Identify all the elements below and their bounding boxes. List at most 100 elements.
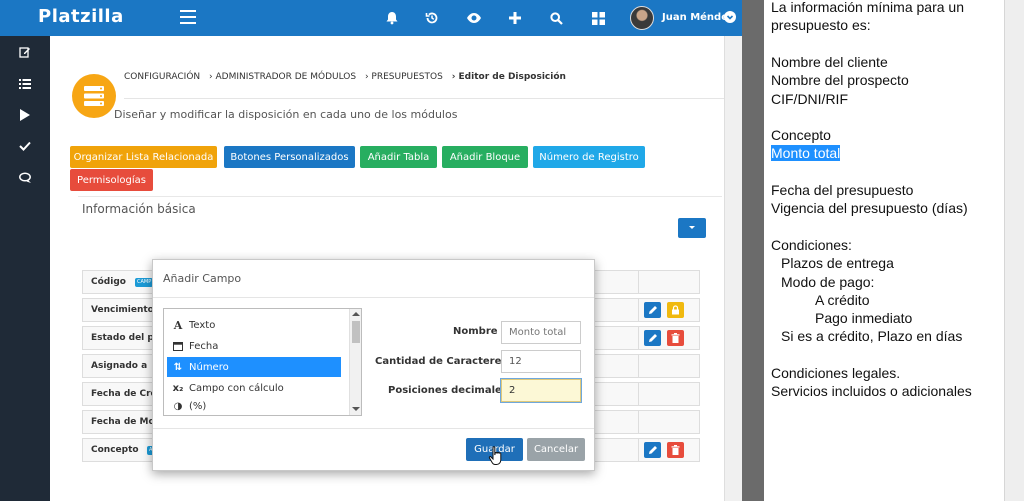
edit-field-button[interactable] — [644, 330, 661, 346]
organize-related-list-button[interactable]: Organizar Lista Relacionada — [70, 146, 217, 168]
column-divider — [638, 271, 639, 293]
check-icon[interactable] — [17, 138, 33, 154]
breadcrumb-presupuestos[interactable]: › PRESUPUESTOS — [365, 72, 443, 82]
permissions-button[interactable]: Permisologías — [70, 169, 153, 191]
avatar[interactable] — [630, 6, 654, 30]
percent-circle-icon: ◑ — [173, 401, 183, 412]
document-line: Pago inmediato — [815, 309, 912, 327]
app-logo[interactable]: Platzilla — [38, 6, 124, 27]
document-scrollbar[interactable] — [1004, 0, 1024, 501]
chat-icon[interactable] — [17, 170, 33, 186]
document-line: Modo de pago: — [781, 273, 874, 291]
field-type-fecha[interactable]: Fecha — [167, 336, 341, 356]
divider — [153, 297, 594, 298]
decimals-input[interactable]: 2 — [501, 379, 581, 402]
add-table-button[interactable]: Añadir Tabla — [360, 146, 437, 168]
document-line: A crédito — [815, 291, 869, 309]
field-type-numero[interactable]: ⇅ Número — [167, 357, 341, 377]
trash-icon — [671, 445, 680, 455]
section-dropdown-button[interactable] — [678, 218, 706, 238]
delete-field-button[interactable] — [667, 442, 684, 458]
record-number-button[interactable]: Número de Registro — [533, 146, 645, 168]
pencil-icon — [648, 334, 657, 342]
pencil-icon — [648, 446, 657, 454]
history-icon[interactable] — [422, 8, 442, 28]
cancel-button[interactable]: Cancelar — [527, 438, 585, 461]
window-gap — [742, 0, 764, 501]
document-line-text: Nombre del cliente — [771, 53, 888, 70]
chevron-down-icon[interactable] — [724, 11, 736, 23]
document-line: Servicios incluidos o adicionales — [771, 382, 972, 400]
document-line: Vigencia del presupuesto (días) — [771, 199, 968, 217]
breadcrumb: CONFIGURACIÓN › ADMINISTRADOR DE MÓDULOS… — [124, 72, 572, 82]
number-sort-icon: ⇅ — [173, 361, 183, 373]
play-icon[interactable] — [17, 107, 33, 123]
pencil-icon — [648, 306, 657, 314]
trash-icon — [671, 333, 680, 343]
custom-buttons-button[interactable]: Botones Personalizados — [224, 146, 355, 168]
column-divider — [638, 411, 639, 433]
field-type-list[interactable]: A Texto Fecha ⇅ Número x₂ Campo con cálc… — [163, 308, 362, 416]
field-type-texto[interactable]: A Texto — [167, 315, 341, 335]
document-line: presupuesto es: — [771, 16, 871, 34]
list-scrollbar[interactable] — [349, 309, 361, 415]
chars-input[interactable]: 12 — [501, 350, 581, 373]
subscript-icon: x₂ — [172, 382, 184, 394]
field-label: Fecha de Mod — [91, 417, 162, 427]
decimals-label: Posiciones decimales — [388, 385, 508, 396]
document-line-text: Condiciones legales. — [771, 365, 901, 381]
add-field-dialog: Añadir Campo A Texto Fecha ⇅ Número x₂ C… — [152, 259, 595, 471]
document-line: Condiciones legales. — [771, 364, 900, 382]
page-scrollbar[interactable] — [724, 36, 742, 501]
document-line-text: La información mínima para un — [771, 0, 964, 15]
app-window: Platzilla Juan Méndez CONFIGURACIÓN › AD… — [0, 0, 742, 501]
document-line-text: Servicios incluidos o adicionales — [771, 383, 972, 400]
lock-field-button[interactable] — [667, 302, 684, 318]
calendar-icon — [171, 341, 185, 351]
document-line: Nombre del prospecto — [771, 71, 909, 89]
bell-icon[interactable] — [382, 8, 402, 28]
breadcrumb-current: › Editor de Disposición — [451, 72, 566, 82]
edit-icon[interactable] — [17, 44, 33, 60]
plus-icon[interactable] — [505, 8, 525, 28]
edit-field-button[interactable] — [644, 302, 661, 318]
name-input[interactable] — [501, 321, 581, 344]
document-line-text: Plazos de entrega — [781, 255, 894, 272]
document-line-text: presupuesto es: — [771, 17, 871, 34]
field-label: Estado del pr — [91, 333, 159, 343]
selected-text-line: Monto total — [771, 144, 841, 162]
section-title: Información básica — [82, 202, 196, 216]
document-line: Condiciones: — [771, 236, 852, 254]
page-description: Diseñar y modificar la disposición en ca… — [114, 108, 458, 121]
field-type-label: Número — [189, 361, 229, 373]
eye-icon[interactable] — [464, 8, 484, 28]
breadcrumb-configuracion[interactable]: CONFIGURACIÓN — [124, 72, 200, 82]
document-line: CIF/DNI/RIF — [771, 90, 848, 108]
document-line: Nombre del cliente — [771, 53, 888, 71]
field-type-label: Campo con cálculo — [189, 382, 284, 394]
menu-toggle-icon[interactable] — [180, 10, 196, 24]
document-line: Concepto — [771, 126, 831, 144]
add-block-button[interactable]: Añadir Bloque — [442, 146, 528, 168]
breadcrumb-administrador[interactable]: › ADMINISTRADOR DE MÓDULOS — [209, 72, 356, 82]
module-icon — [72, 74, 116, 118]
divider — [153, 428, 594, 429]
scroll-thumb[interactable] — [352, 321, 360, 343]
field-label: Concepto — [91, 445, 139, 455]
document-line-text: Nombre del prospecto — [771, 72, 909, 89]
text-icon: A — [173, 318, 183, 332]
search-icon[interactable] — [546, 8, 566, 28]
document-line-text: A crédito — [815, 291, 870, 308]
delete-field-button[interactable] — [667, 330, 684, 346]
edit-field-button[interactable] — [644, 442, 661, 458]
document-line-text: Condiciones: — [771, 236, 852, 253]
field-type-label: (%) — [189, 401, 207, 412]
grid-icon[interactable] — [588, 8, 608, 28]
field-type-calculo[interactable]: x₂ Campo con cálculo — [167, 378, 341, 398]
list-icon[interactable] — [17, 76, 33, 92]
scroll-down-icon[interactable] — [352, 407, 360, 411]
dialog-title: Añadir Campo — [163, 272, 242, 285]
scroll-up-icon[interactable] — [352, 312, 360, 316]
document-line-text: Monto total — [771, 145, 841, 162]
field-type-percent[interactable]: ◑ (%) — [167, 399, 341, 414]
